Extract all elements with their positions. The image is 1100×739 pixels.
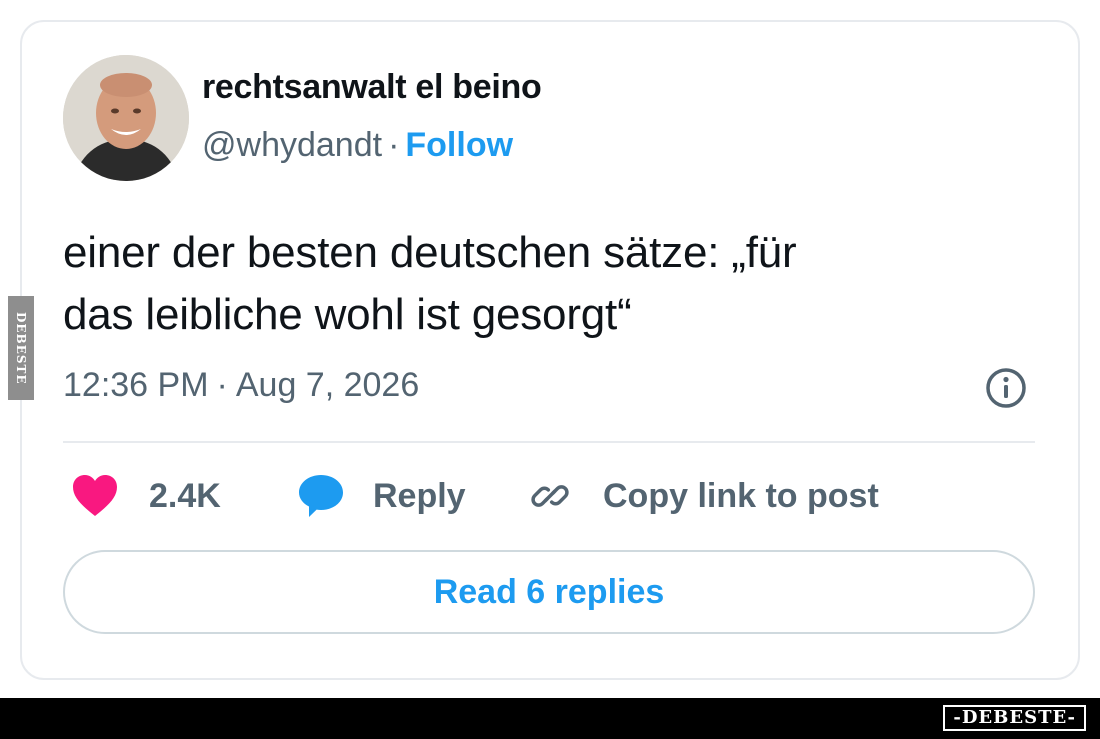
brand-logo: -DEBESTE- xyxy=(943,705,1086,731)
like-button[interactable]: 2.4K xyxy=(71,470,221,522)
copy-link-label: Copy link to post xyxy=(603,476,879,515)
side-watermark-text: DEBESTE xyxy=(14,311,28,385)
user-handle[interactable]: @whydandt xyxy=(202,126,382,164)
tweet-text-line: das leibliche wohl ist gesorgt“ xyxy=(63,290,632,339)
follow-button[interactable]: Follow xyxy=(405,126,513,164)
tweet-time: 12:36 PM xyxy=(63,366,209,404)
speech-bubble-icon xyxy=(299,475,343,517)
timestamp-separator: · xyxy=(216,366,228,404)
display-name[interactable]: rechtsanwalt el beino xyxy=(202,68,542,107)
handle-separator: · xyxy=(388,126,400,164)
divider xyxy=(63,441,1035,443)
handle-row: @whydandt · Follow xyxy=(202,126,513,165)
link-icon xyxy=(531,485,569,507)
like-count: 2.4K xyxy=(149,476,221,515)
side-watermark: DEBESTE xyxy=(8,296,34,400)
tweet-text-line: einer der besten deutschen sätze: „für xyxy=(63,228,797,277)
reply-button[interactable]: Reply xyxy=(297,470,466,522)
avatar[interactable] xyxy=(63,55,189,181)
timestamp[interactable]: 12:36 PM · Aug 7, 2026 xyxy=(63,366,419,405)
info-icon[interactable] xyxy=(984,366,1028,410)
read-replies-button[interactable]: Read 6 replies xyxy=(63,550,1035,634)
tweet-text: einer der besten deutschen sätze: „für d… xyxy=(63,222,1023,346)
reply-label: Reply xyxy=(373,476,466,515)
action-bar: 2.4K Reply Copy link to post xyxy=(63,470,1035,522)
bottom-bar: -DEBESTE- xyxy=(0,698,1100,739)
heart-icon xyxy=(73,475,117,516)
copy-link-button[interactable]: Copy link to post xyxy=(527,470,879,522)
tweet-date: Aug 7, 2026 xyxy=(235,366,420,404)
